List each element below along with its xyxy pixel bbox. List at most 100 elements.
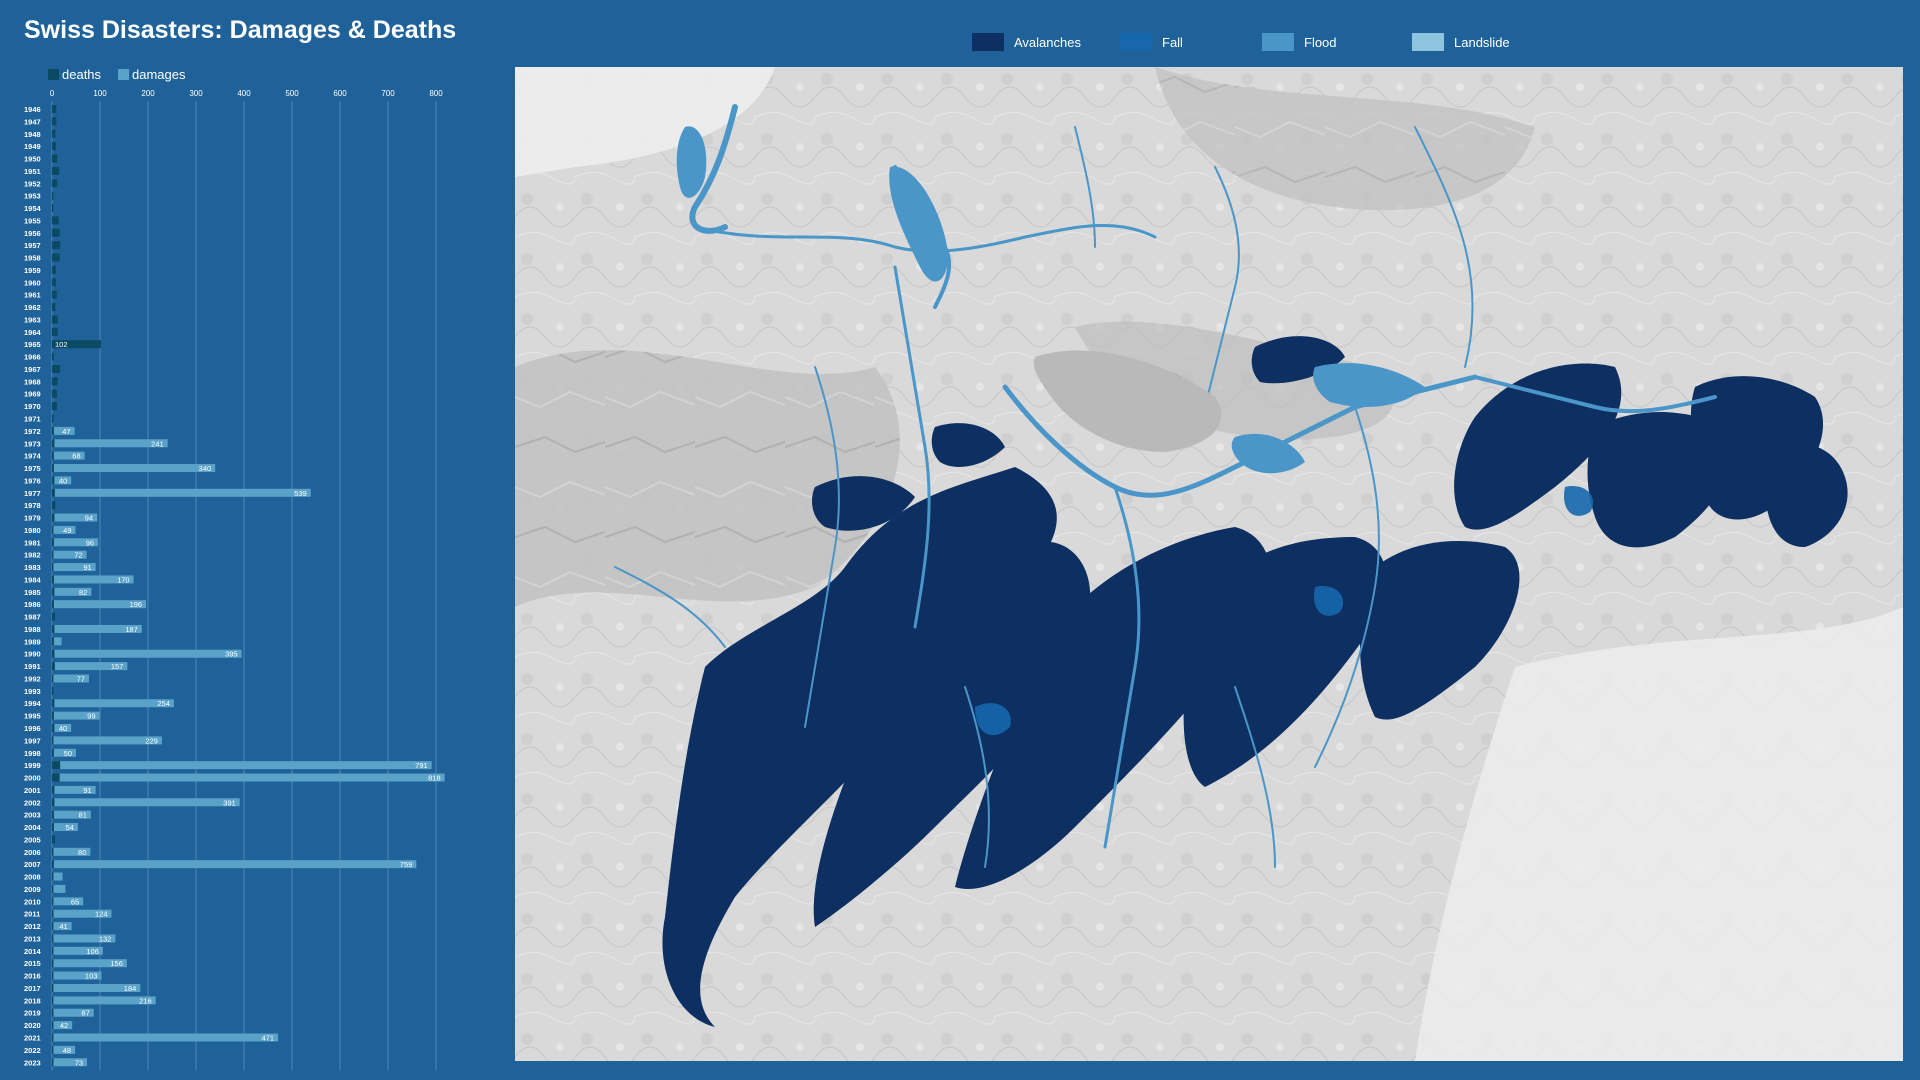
data-label-damages: 49: [63, 526, 71, 535]
data-label-damages: 106: [86, 947, 99, 956]
bar-deaths: [52, 464, 54, 473]
chart-legend-label-damages: damages: [132, 67, 186, 82]
legend-swatch: [1412, 33, 1444, 51]
data-label-damages: 170: [117, 575, 130, 584]
page-title: Swiss Disasters: Damages & Deaths: [24, 16, 457, 44]
y-tick-label: 1978: [24, 501, 41, 510]
data-label-damages: 391: [223, 798, 236, 807]
bar-deaths: [52, 525, 54, 534]
data-label-damages: 395: [225, 650, 238, 659]
bar-deaths: [52, 575, 54, 584]
y-tick-label: 1954: [24, 204, 42, 213]
chart-legend-swatch-deaths: [48, 69, 59, 80]
bar-deaths: [52, 897, 54, 906]
bar-deaths: [52, 538, 54, 547]
y-tick-label: 1955: [24, 216, 41, 225]
bar-deaths: [52, 959, 54, 968]
bar-deaths: [52, 228, 60, 237]
y-tick-label: 1975: [24, 464, 41, 473]
data-label-damages: 91: [83, 786, 91, 795]
y-tick-label: 2008: [24, 873, 41, 882]
legend-label: Avalanches: [1014, 34, 1081, 50]
y-tick-label: 1969: [24, 390, 41, 399]
deaths-damages-bar-chart: deaths damages 0 100 200 300 400 500 600 700 800 19…: [24, 67, 445, 1071]
y-tick-label: 1956: [24, 229, 41, 238]
y-tick-label: 1970: [24, 402, 41, 411]
y-tick-label: 1988: [24, 625, 41, 634]
bar-deaths: [52, 1008, 54, 1017]
y-tick-label: 2021: [24, 1034, 41, 1043]
x-tick-label: 700: [381, 89, 395, 98]
y-tick-label: 2017: [24, 984, 41, 993]
data-label-damages: 818: [428, 774, 441, 783]
bar-deaths: [52, 204, 54, 213]
y-tick-label: 1972: [24, 427, 41, 436]
y-tick-label: 1946: [24, 105, 41, 114]
y-tick-label: 1957: [24, 241, 41, 250]
bar-damages: [52, 884, 66, 893]
data-label-damages: 99: [87, 712, 95, 721]
bar-damages: [52, 488, 311, 497]
y-tick-label: 2006: [24, 848, 41, 857]
chart-legend-swatch-damages: [118, 69, 129, 80]
bar-deaths: [52, 241, 61, 250]
y-tick-label: 1981: [24, 538, 41, 547]
data-label-damages: 156: [110, 959, 123, 968]
bar-deaths: [52, 773, 60, 782]
y-tick-label: 2001: [24, 786, 41, 795]
bar-deaths: [52, 798, 55, 807]
data-label-damages: 157: [111, 662, 124, 671]
bar-deaths: [52, 426, 54, 435]
bar-deaths: [52, 996, 54, 1005]
bar-deaths: [52, 290, 57, 299]
data-label-damages: 94: [85, 514, 93, 523]
y-tick-label: 1983: [24, 563, 41, 572]
bar-deaths: [52, 922, 54, 931]
x-tick-label: 200: [141, 89, 155, 98]
legend-item-landslide: Landslide: [1412, 32, 1510, 52]
bar-deaths: [52, 451, 54, 460]
bar-deaths: [52, 785, 55, 794]
bar-deaths: [52, 909, 54, 918]
data-label-damages: 216: [139, 996, 152, 1005]
y-tick-label: 1950: [24, 155, 41, 164]
bar-damages: [52, 1033, 279, 1042]
bar-deaths: [52, 884, 54, 893]
data-label-damages: 539: [294, 489, 307, 498]
y-tick-label: 2019: [24, 1009, 41, 1018]
data-label-damages: 82: [79, 588, 87, 597]
y-tick-label: 2009: [24, 885, 41, 894]
data-label-damages: 68: [72, 452, 80, 461]
y-tick-label: 1982: [24, 551, 41, 560]
data-label-damages: 132: [99, 934, 112, 943]
legend-label: Flood: [1304, 34, 1337, 50]
y-tick-label: 1977: [24, 489, 41, 498]
bar-deaths: [52, 724, 55, 732]
bar-deaths: [52, 179, 58, 188]
data-label-damages: 196: [130, 600, 143, 609]
data-label-damages: 254: [157, 699, 170, 708]
y-tick-label: 1994: [24, 699, 42, 708]
bar-deaths: [52, 946, 54, 955]
bar-deaths: [52, 1045, 54, 1054]
data-label-damages: 187: [125, 625, 138, 634]
x-tick-label: 300: [189, 89, 203, 98]
bar-deaths: [52, 513, 55, 522]
bar-deaths: [52, 142, 56, 151]
data-label-damages: 96: [86, 538, 94, 547]
y-tick-label: 2022: [24, 1046, 41, 1055]
bar-deaths: [52, 1058, 54, 1067]
bar-deaths: [52, 662, 55, 671]
y-tick-label: 2012: [24, 922, 41, 931]
bar-deaths: [52, 117, 57, 126]
bar-deaths: [52, 934, 54, 943]
bar-damages: [52, 699, 174, 708]
y-tick-label: 1971: [24, 415, 41, 424]
y-tick-label: 2015: [24, 959, 41, 968]
y-tick-label: 2011: [24, 910, 40, 919]
data-label-damages: 80: [78, 848, 86, 857]
y-tick-label: 1953: [24, 192, 41, 201]
data-label-damages: 42: [60, 1021, 68, 1030]
chart-legend-label-deaths: deaths: [62, 67, 102, 82]
data-label-damages: 72: [74, 551, 82, 560]
